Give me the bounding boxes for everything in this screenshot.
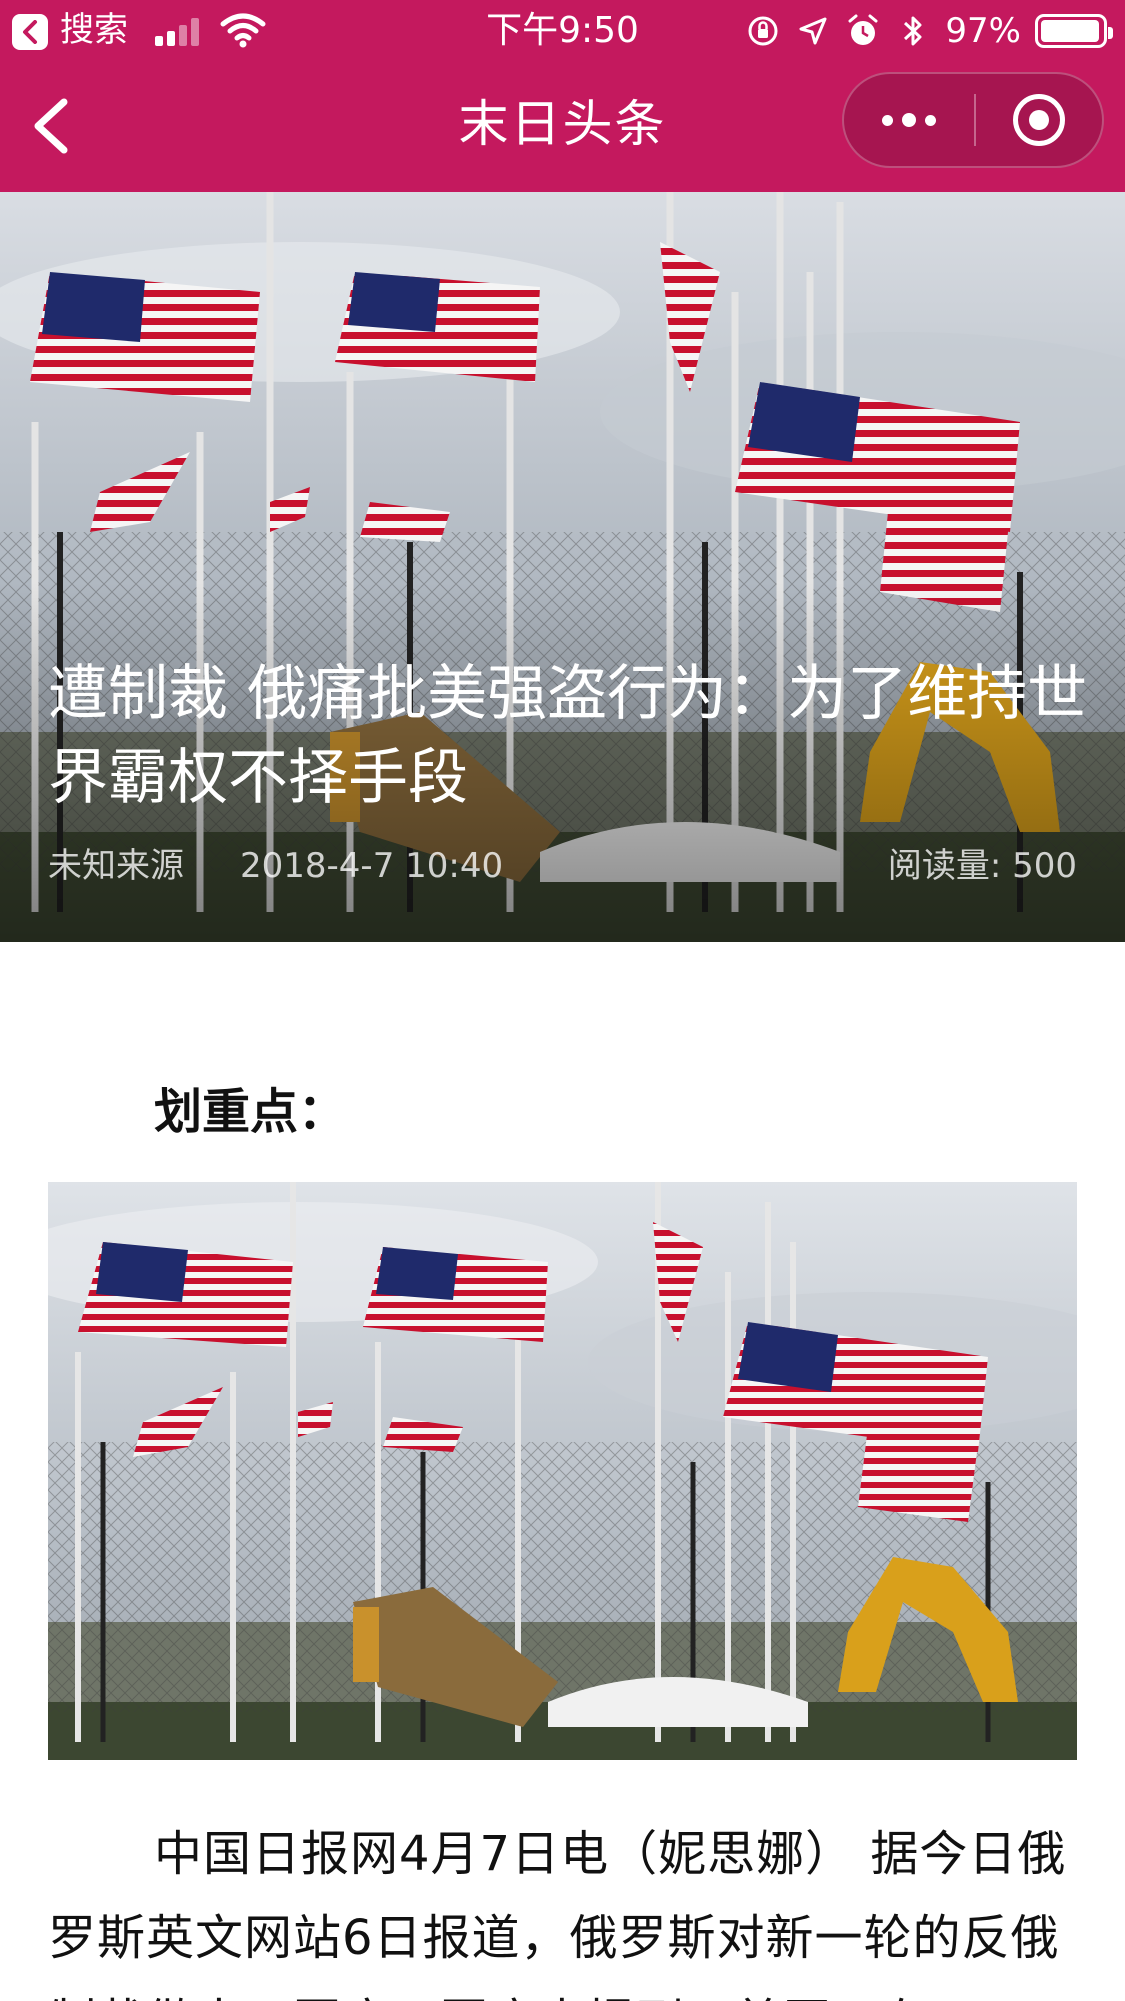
- article-date: 2018-4-7 10:40: [240, 846, 504, 886]
- hero-banner: 遭制裁 俄痛批美强盗行为：为了维持世界霸权不择手段 未知来源 2018-4-7 …: [0, 192, 1125, 942]
- article-title: 遭制裁 俄痛批美强盗行为：为了维持世界霸权不择手段: [48, 659, 1088, 813]
- section-heading: 划重点：: [154, 1084, 347, 1140]
- alarm-icon: [845, 13, 881, 49]
- more-options-icon[interactable]: [844, 74, 974, 166]
- status-bar: 搜索 下午9:50 97%: [0, 0, 1125, 62]
- article-paragraph: 中国日报网4月7日电（妮思娜） 据今日俄罗斯英文网站6日报道，俄罗斯对新一轮的反…: [48, 1826, 1067, 2001]
- read-count: 阅读量: 500: [887, 846, 1077, 886]
- battery-percent: 97%: [945, 11, 1021, 51]
- article-photo: [48, 1182, 1077, 1760]
- location-arrow-icon: [795, 13, 831, 49]
- battery-fill: [1041, 20, 1100, 42]
- article-source: 未知来源: [48, 846, 184, 886]
- nav-bar: 末日头条: [0, 62, 1125, 192]
- battery-icon: [1035, 14, 1113, 48]
- rotation-lock-icon: [745, 13, 781, 49]
- bluetooth-icon: [895, 13, 931, 49]
- close-mini-program-icon[interactable]: [976, 74, 1102, 166]
- article-image[interactable]: [48, 1182, 1077, 1760]
- mini-program-capsule: [842, 72, 1104, 168]
